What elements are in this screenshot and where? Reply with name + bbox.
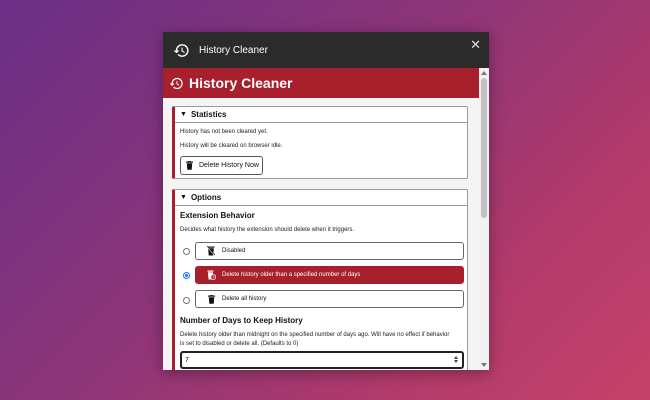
option-delete-older[interactable]: Delete history older than a specified nu…: [195, 266, 464, 284]
days-to-keep-title: Number of Days to Keep History: [180, 316, 303, 325]
options-heading: Options: [190, 193, 222, 202]
option-delete-older-label: Delete history older than a specified nu…: [222, 272, 361, 278]
popup-content: History Cleaner ▼ Statistics History has…: [163, 68, 479, 370]
radio-delete-all[interactable]: [183, 297, 190, 304]
page-title: History Cleaner: [189, 75, 293, 91]
scrollbar-thumb[interactable]: [481, 78, 487, 218]
days-to-keep-description-2: is set to disabled or delete all. (Defau…: [180, 341, 299, 347]
option-disabled-label: Disabled: [222, 248, 246, 254]
options-toggle[interactable]: ▼ Options: [175, 190, 467, 206]
history-icon: [173, 41, 191, 59]
options-card: ▼ Options Extension Behavior Decides wha…: [172, 189, 468, 370]
extension-behavior-description: Decides what history the extension shoul…: [180, 227, 355, 233]
extension-behavior-title: Extension Behavior: [180, 211, 255, 220]
statistics-card: ▼ Statistics History has not been cleare…: [172, 106, 468, 179]
option-disabled[interactable]: Disabled: [195, 242, 464, 260]
vertical-scrollbar[interactable]: [479, 68, 489, 370]
days-to-keep-description-1: Delete history older than midnight on th…: [180, 332, 450, 338]
window-title: History Cleaner: [199, 44, 268, 56]
window-titlebar: History Cleaner ✕: [163, 32, 489, 68]
delete-history-now-button[interactable]: Delete History Now: [180, 156, 263, 175]
extension-popup: History Cleaner ✕ History Cleaner ▼ Stat…: [163, 32, 489, 370]
no-trash-icon: [206, 246, 216, 256]
history-icon: [169, 76, 184, 91]
days-to-keep-value: 7: [185, 356, 189, 364]
statistics-heading: Statistics: [190, 110, 227, 119]
trash-icon: [206, 294, 216, 304]
cleared-status-text: History has not been cleared yet.: [180, 129, 268, 135]
trash-clock-icon: [206, 270, 216, 280]
radio-disabled[interactable]: [183, 248, 190, 255]
triangle-down-icon: ▼: [180, 111, 187, 118]
triangle-down-icon: ▼: [180, 194, 187, 201]
delete-history-now-label: Delete History Now: [199, 162, 259, 169]
scroll-up-icon[interactable]: [481, 71, 487, 75]
stepper-arrows-icon[interactable]: [454, 356, 458, 363]
option-delete-all[interactable]: Delete all history: [195, 290, 464, 308]
trash-icon: [186, 161, 193, 170]
close-icon[interactable]: ✕: [470, 37, 481, 53]
page-header: History Cleaner: [163, 68, 479, 98]
statistics-toggle[interactable]: ▼ Statistics: [175, 107, 467, 123]
schedule-status-text: History will be cleared on browser idle.: [180, 143, 283, 149]
days-to-keep-stepper[interactable]: 7: [180, 351, 464, 369]
scroll-down-icon[interactable]: [481, 363, 487, 367]
radio-delete-older[interactable]: [183, 272, 190, 279]
option-delete-all-label: Delete all history: [222, 296, 267, 302]
